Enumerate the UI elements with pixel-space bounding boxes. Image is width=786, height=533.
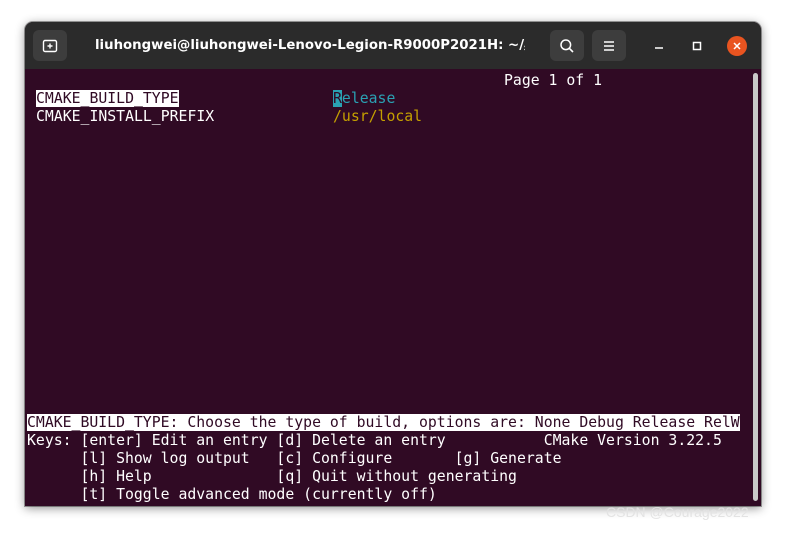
page-indicator: Page 1 of 1	[504, 72, 602, 89]
cache-entry-value[interactable]: /usr/local	[333, 108, 422, 126]
title-bar: liuhongwei@liuhongwei-Lenovo-Legion-R900…	[25, 22, 761, 69]
maximize-button[interactable]	[685, 34, 709, 58]
minimize-icon	[655, 47, 663, 49]
search-button[interactable]	[550, 30, 584, 61]
watermark: CSDN @Courage2022	[606, 504, 749, 520]
hamburger-menu-icon	[604, 40, 614, 51]
keys-line: Keys: [enter] Edit an entry [d] Delete a…	[27, 432, 722, 449]
cache-entry-key[interactable]: CMAKE_BUILD_TYPE	[36, 90, 179, 108]
search-icon	[560, 38, 574, 53]
new-tab-icon	[42, 39, 58, 52]
help-text-line: CMAKE_BUILD_TYPE: Choose the type of bui…	[27, 414, 740, 431]
menu-button[interactable]	[592, 30, 626, 61]
terminal-content[interactable]: Page 1 of 1 CMAKE_BUILD_TYPE Release CMA…	[25, 69, 761, 506]
keys-line: [l] Show log output [c] Configure [g] Ge…	[27, 450, 562, 467]
cache-entry-key[interactable]: CMAKE_INSTALL_PREFIX	[36, 108, 214, 126]
scrollbar[interactable]	[753, 73, 758, 501]
cache-entry-value[interactable]: Release	[333, 90, 395, 108]
minimize-button[interactable]	[647, 34, 671, 58]
window-title: liuhongwei@liuhongwei-Lenovo-Legion-R900…	[95, 38, 525, 53]
keys-line: [t] Toggle advanced mode (currently off)	[27, 486, 437, 503]
keys-line: [h] Help [q] Quit without generating	[27, 468, 517, 485]
close-icon	[733, 42, 741, 50]
terminal-cursor: R	[333, 90, 342, 107]
maximize-icon	[692, 41, 702, 51]
terminal-window: liuhongwei@liuhongwei-Lenovo-Legion-R900…	[25, 22, 761, 506]
close-button[interactable]	[725, 34, 749, 58]
new-tab-button[interactable]	[33, 30, 67, 61]
